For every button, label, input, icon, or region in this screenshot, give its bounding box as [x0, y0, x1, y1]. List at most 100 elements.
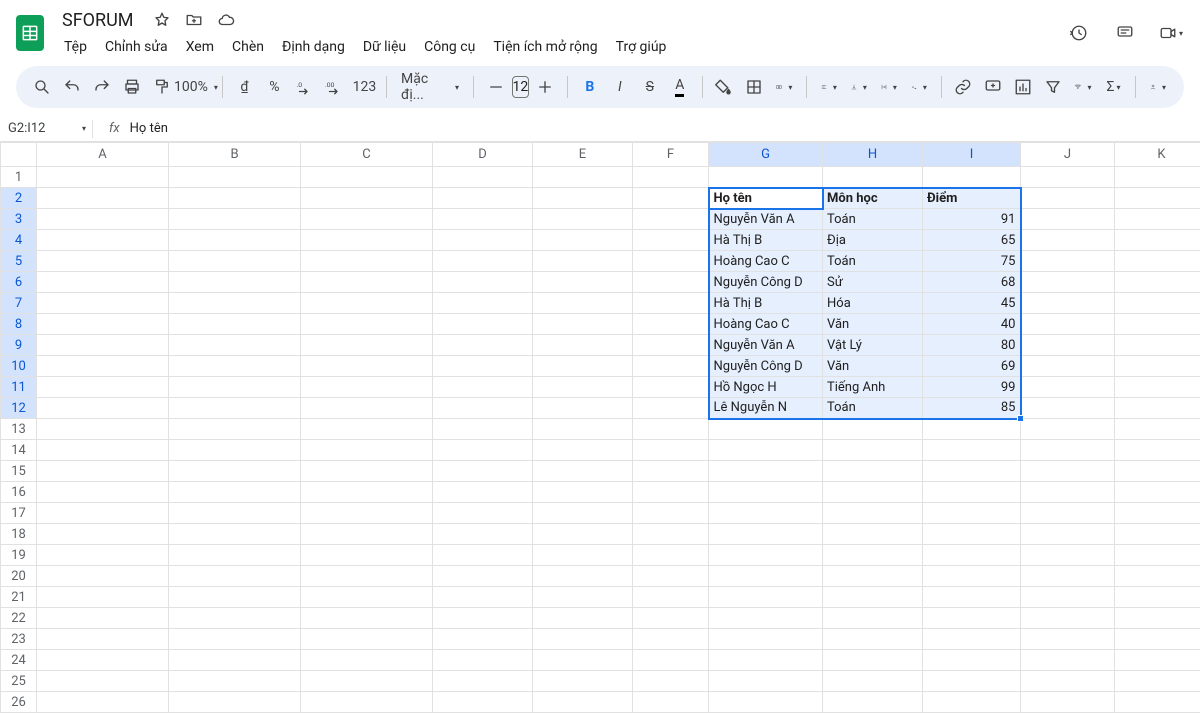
bold-button[interactable]: B — [576, 73, 604, 101]
row-header-2[interactable]: 2 — [1, 188, 37, 209]
cell-B22[interactable] — [169, 608, 301, 629]
cell-K10[interactable] — [1115, 356, 1200, 377]
v-align-button[interactable]: ▾ — [845, 73, 873, 101]
cell-H14[interactable] — [823, 440, 923, 461]
menu-help[interactable]: Trợ giúp — [608, 35, 675, 59]
cell-B11[interactable] — [169, 377, 301, 398]
cell-H3[interactable]: Toán — [823, 209, 923, 230]
cell-K7[interactable] — [1115, 293, 1200, 314]
cell-G20[interactable] — [709, 566, 823, 587]
col-header-B[interactable]: B — [169, 143, 301, 167]
menu-insert[interactable]: Chèn — [224, 35, 272, 59]
row-header-6[interactable]: 6 — [1, 272, 37, 293]
cell-A12[interactable] — [37, 398, 169, 419]
cell-E4[interactable] — [533, 230, 633, 251]
cell-E23[interactable] — [533, 629, 633, 650]
cell-D12[interactable] — [433, 398, 533, 419]
cell-K16[interactable] — [1115, 482, 1200, 503]
row-header-3[interactable]: 3 — [1, 209, 37, 230]
cell-G5[interactable]: Hoàng Cao C — [709, 251, 823, 272]
cell-D19[interactable] — [433, 545, 533, 566]
cell-E19[interactable] — [533, 545, 633, 566]
cell-C25[interactable] — [301, 671, 433, 692]
cell-A18[interactable] — [37, 524, 169, 545]
cell-I2[interactable]: Điểm — [923, 188, 1021, 209]
cell-K4[interactable] — [1115, 230, 1200, 251]
cell-E14[interactable] — [533, 440, 633, 461]
row-header-11[interactable]: 11 — [1, 377, 37, 398]
cell-I19[interactable] — [923, 545, 1021, 566]
cell-K5[interactable] — [1115, 251, 1200, 272]
cell-G4[interactable]: Hà Thị B — [709, 230, 823, 251]
font-size-decrease-icon[interactable] — [482, 73, 510, 101]
cell-D23[interactable] — [433, 629, 533, 650]
cell-B1[interactable] — [169, 167, 301, 188]
cell-F13[interactable] — [633, 419, 709, 440]
cell-G18[interactable] — [709, 524, 823, 545]
cell-I20[interactable] — [923, 566, 1021, 587]
cell-G25[interactable] — [709, 671, 823, 692]
cell-F14[interactable] — [633, 440, 709, 461]
cell-D14[interactable] — [433, 440, 533, 461]
cell-J8[interactable] — [1021, 314, 1115, 335]
cell-I22[interactable] — [923, 608, 1021, 629]
cell-K14[interactable] — [1115, 440, 1200, 461]
cell-B9[interactable] — [169, 335, 301, 356]
filter-icon[interactable] — [1039, 73, 1067, 101]
cell-A7[interactable] — [37, 293, 169, 314]
cell-F20[interactable] — [633, 566, 709, 587]
cell-A16[interactable] — [37, 482, 169, 503]
cell-C1[interactable] — [301, 167, 433, 188]
cell-I25[interactable] — [923, 671, 1021, 692]
cell-A13[interactable] — [37, 419, 169, 440]
cell-A24[interactable] — [37, 650, 169, 671]
menu-edit[interactable]: Chỉnh sửa — [97, 35, 176, 59]
cell-E12[interactable] — [533, 398, 633, 419]
row-header-12[interactable]: 12 — [1, 398, 37, 419]
cell-E3[interactable] — [533, 209, 633, 230]
cell-H6[interactable]: Sử — [823, 272, 923, 293]
row-header-18[interactable]: 18 — [1, 524, 37, 545]
paint-format-icon[interactable] — [148, 73, 176, 101]
cell-C2[interactable] — [301, 188, 433, 209]
cell-D10[interactable] — [433, 356, 533, 377]
meet-icon[interactable]: ▾ — [1158, 20, 1184, 46]
cell-A23[interactable] — [37, 629, 169, 650]
cell-F21[interactable] — [633, 587, 709, 608]
cell-C7[interactable] — [301, 293, 433, 314]
cell-G17[interactable] — [709, 503, 823, 524]
sheets-logo[interactable] — [16, 15, 44, 51]
col-header-K[interactable]: K — [1115, 143, 1200, 167]
cell-F2[interactable] — [633, 188, 709, 209]
cell-G8[interactable]: Hoàng Cao C — [709, 314, 823, 335]
filter-views-icon[interactable]: ▾ — [1069, 73, 1097, 101]
cell-C12[interactable] — [301, 398, 433, 419]
cell-F10[interactable] — [633, 356, 709, 377]
cell-D21[interactable] — [433, 587, 533, 608]
row-header-13[interactable]: 13 — [1, 419, 37, 440]
cell-B20[interactable] — [169, 566, 301, 587]
cell-J16[interactable] — [1021, 482, 1115, 503]
cell-I1[interactable] — [923, 167, 1021, 188]
cell-G15[interactable] — [709, 461, 823, 482]
cell-E1[interactable] — [533, 167, 633, 188]
cell-E25[interactable] — [533, 671, 633, 692]
cell-D20[interactable] — [433, 566, 533, 587]
cell-C26[interactable] — [301, 692, 433, 713]
move-icon[interactable] — [184, 10, 204, 30]
cell-G6[interactable]: Nguyễn Công D — [709, 272, 823, 293]
cell-K23[interactable] — [1115, 629, 1200, 650]
cell-F16[interactable] — [633, 482, 709, 503]
cell-C19[interactable] — [301, 545, 433, 566]
cell-B8[interactable] — [169, 314, 301, 335]
cell-C4[interactable] — [301, 230, 433, 251]
cell-J17[interactable] — [1021, 503, 1115, 524]
cell-H19[interactable] — [823, 545, 923, 566]
cell-F5[interactable] — [633, 251, 709, 272]
selection-handle[interactable] — [1017, 415, 1024, 422]
cell-F6[interactable] — [633, 272, 709, 293]
row-header-16[interactable]: 16 — [1, 482, 37, 503]
row-header-9[interactable]: 9 — [1, 335, 37, 356]
cell-G19[interactable] — [709, 545, 823, 566]
cell-C9[interactable] — [301, 335, 433, 356]
